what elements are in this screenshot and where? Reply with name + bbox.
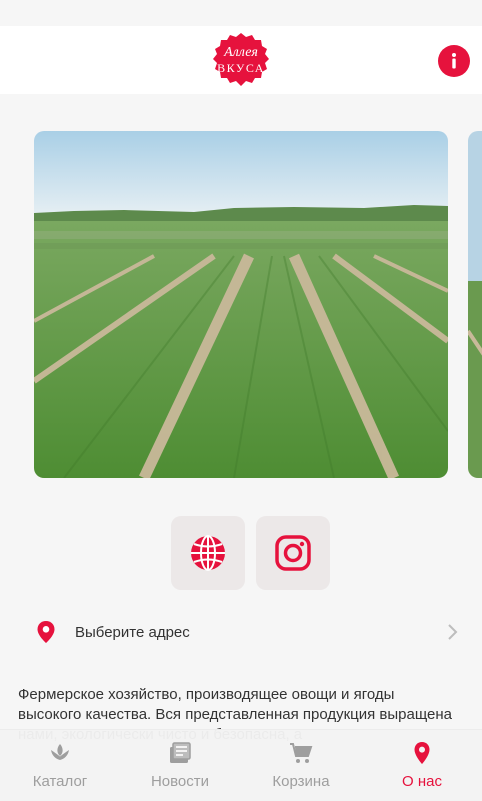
globe-icon xyxy=(191,535,225,571)
tab-label: Корзина xyxy=(272,773,330,790)
brand-logo: Аллея ВКУСА xyxy=(209,32,273,92)
cart-icon xyxy=(290,743,313,763)
field-photo[interactable] xyxy=(34,131,448,478)
logo-text-line2: ВКУСА xyxy=(217,61,265,75)
location-pin-icon xyxy=(37,621,55,643)
tab-label: О нас xyxy=(402,773,442,790)
tab-label: Новости xyxy=(150,773,210,790)
location-pin-icon xyxy=(414,742,430,764)
tab-cart[interactable]: Корзина xyxy=(241,730,361,801)
info-icon xyxy=(452,53,456,69)
tab-label: Каталог xyxy=(32,773,88,790)
tab-about[interactable]: О нас xyxy=(362,730,482,801)
info-button[interactable] xyxy=(438,45,470,77)
status-bar xyxy=(0,0,482,26)
address-label: Выберите адрес xyxy=(75,624,190,641)
bottom-tab-bar: Каталог Новости Корзина О нас xyxy=(0,729,482,801)
news-icon xyxy=(170,742,191,763)
image-carousel[interactable] xyxy=(0,131,482,479)
instagram-icon xyxy=(275,535,311,571)
leaf-icon xyxy=(51,744,69,760)
logo-text-line1: Аллея xyxy=(223,45,258,60)
website-button[interactable] xyxy=(171,516,245,590)
app-header: Аллея ВКУСА xyxy=(0,26,482,94)
tab-catalog[interactable]: Каталог xyxy=(0,730,120,801)
tab-news[interactable]: Новости xyxy=(120,730,240,801)
field-photo-next[interactable] xyxy=(468,131,482,478)
chevron-right-icon xyxy=(448,624,458,640)
instagram-button[interactable] xyxy=(256,516,330,590)
address-selector[interactable]: Выберите адрес xyxy=(0,612,482,654)
